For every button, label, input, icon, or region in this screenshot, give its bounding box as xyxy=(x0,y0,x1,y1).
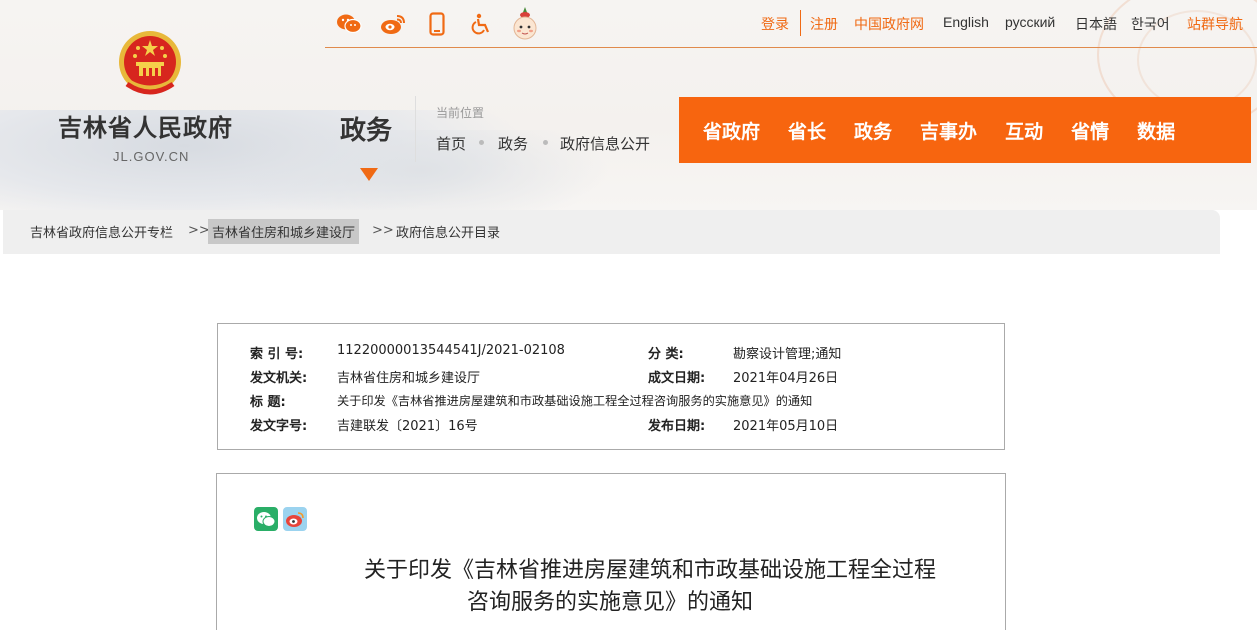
path-bar xyxy=(3,210,1220,254)
nav-item-data[interactable]: 数据 xyxy=(1137,117,1175,144)
header-rule xyxy=(325,47,1257,48)
national-emblem-logo[interactable] xyxy=(117,28,183,100)
login-link[interactable]: 登录 xyxy=(761,14,789,34)
issuer-value: 吉林省住房和城乡建设厅 xyxy=(337,371,481,386)
title-value: 关于印发《吉林省推进房屋建筑和市政基础设施工程全过程咨询服务的实施意见》的通知 xyxy=(337,394,813,408)
site-domain: JL.GOV.CN xyxy=(113,149,190,164)
category-label: 分 类: xyxy=(648,347,684,362)
path-housing-dept[interactable]: 吉林省住房和城乡建设厅 xyxy=(208,219,360,244)
english-link[interactable]: English xyxy=(943,14,989,30)
breadcrumb-info-public[interactable]: 政府信息公开 xyxy=(560,133,650,154)
breadcrumb-separator xyxy=(479,140,484,145)
doc-number-label: 发文字号: xyxy=(250,419,308,434)
published-date-value: 2021年05月10日 xyxy=(733,419,839,434)
written-date-value: 2021年04月26日 xyxy=(733,371,839,386)
japanese-link[interactable]: 日本語 xyxy=(1075,14,1117,34)
main-nav: 省政府 省长 政务 吉事办 互动 省情 数据 xyxy=(679,97,1251,163)
site-name[interactable]: 吉林省人民政府 xyxy=(58,108,233,143)
login-divider xyxy=(800,10,801,36)
index-label: 索 引 号: xyxy=(250,347,304,362)
nav-item-province-info[interactable]: 省情 xyxy=(1071,117,1109,144)
breadcrumb-zhengwu[interactable]: 政务 xyxy=(498,133,528,154)
document-meta-table xyxy=(217,323,1005,450)
published-date-label: 发布日期: xyxy=(648,419,706,434)
nav-item-interaction[interactable]: 互动 xyxy=(1005,117,1043,144)
location-label: 当前位置 xyxy=(436,106,485,120)
russian-link[interactable]: русский xyxy=(1005,14,1055,30)
path-info-column[interactable]: 吉林省政府信息公开专栏 xyxy=(30,222,173,241)
written-date-label: 成文日期: xyxy=(648,371,706,386)
section-title: 政务 xyxy=(340,116,393,146)
index-value: 11220000013544541J/2021-02108 xyxy=(337,343,565,358)
nav-item-affairs[interactable]: 政务 xyxy=(854,117,892,144)
share-weibo-icon[interactable] xyxy=(283,507,307,531)
nav-item-governor[interactable]: 省长 xyxy=(788,117,826,144)
category-value: 勘察设计管理;通知 xyxy=(733,347,842,362)
document-title: 关于印发《吉林省推进房屋建筑和市政基础设施工程全过程 咨询服务的实施意见》的通知 xyxy=(240,555,1060,619)
nav-item-jishiban[interactable]: 吉事办 xyxy=(920,117,977,144)
issuer-label: 发文机关: xyxy=(250,371,308,386)
korean-link[interactable]: 한국어 xyxy=(1131,14,1170,34)
document-title-line-2: 咨询服务的实施意见》的通知 xyxy=(466,590,753,615)
path-catalog[interactable]: 政府信息公开目录 xyxy=(396,222,500,241)
breadcrumb-separator xyxy=(543,140,548,145)
landscape-decoration-2 xyxy=(230,130,610,210)
path-separator: >> xyxy=(188,223,210,238)
register-link[interactable]: 注册 xyxy=(810,14,838,34)
gov-cn-link[interactable]: 中国政府网 xyxy=(854,14,924,34)
section-arrow-icon xyxy=(360,168,378,181)
breadcrumb-home[interactable]: 首页 xyxy=(436,133,466,154)
nav-item-provincial-gov[interactable]: 省政府 xyxy=(703,117,760,144)
section-divider xyxy=(415,96,416,162)
top-link-bar: 登录 注册 中国政府网 English русский 日本語 한국어 站群导航 xyxy=(0,14,1257,36)
path-separator: >> xyxy=(372,223,394,238)
title-label: 标 题: xyxy=(250,395,286,410)
sitemap-link[interactable]: 站群导航 xyxy=(1187,14,1243,34)
share-wechat-icon[interactable] xyxy=(254,507,278,531)
document-title-line-1: 关于印发《吉林省推进房屋建筑和市政基础设施工程全过程 xyxy=(363,558,936,583)
doc-number-value: 吉建联发〔2021〕16号 xyxy=(337,419,478,434)
